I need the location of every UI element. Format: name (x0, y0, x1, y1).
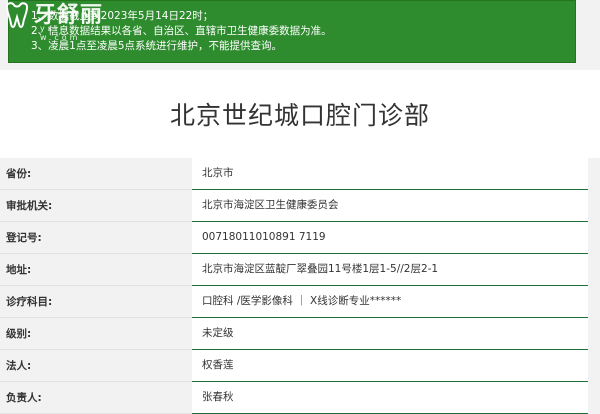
site-logo[interactable]: 牙舒丽 ysl w.com (4, 2, 103, 42)
row-label: 诊疗科目: (0, 286, 192, 318)
row-label: 登记号: (0, 222, 192, 254)
table-row: 省份: 北京市 (0, 158, 600, 190)
notice-line-3: 3、凌晨1点至凌晨5点系统进行维护，不能提供查询。 (31, 40, 283, 52)
row-label: 地址: (0, 254, 192, 286)
row-label: 级别: (0, 318, 192, 350)
row-value: 北京市 (192, 158, 588, 190)
row-value: 口腔科 /医学影像科 ｜ X线诊断专业****** (192, 286, 588, 318)
notice-line-2: 2、信息数据结果以各省、自治区、直辖市卫生健康委数据为准。 (31, 25, 332, 37)
row-label: 负责人: (0, 382, 192, 414)
title-area: 北京世纪城口腔门诊部 (0, 70, 600, 158)
row-value: 北京市海淀区蓝靛厂翠叠园11号楼1层1-5//2层2-1 (192, 254, 588, 286)
table-row: 级别: 未定级 (0, 318, 600, 350)
page-title: 北京世纪城口腔门诊部 (169, 101, 430, 130)
info-table: 省份: 北京市 审批机关: 北京市海淀区卫生健康委员会 登记号: 0071801… (0, 158, 600, 414)
row-label: 省份: (0, 158, 192, 190)
row-value: 00718011010891 7119 (192, 222, 588, 254)
table-row: 诊疗科目: 口腔科 /医学影像科 ｜ X线诊断专业****** (0, 286, 600, 318)
row-value: 未定级 (192, 318, 588, 350)
table-row: 负责人: 张春秋 (0, 382, 600, 414)
page-right-margin (588, 158, 600, 400)
logo-subtext: ysl w.com (40, 24, 81, 42)
row-value: 权香莲 (192, 350, 588, 382)
table-row: 地址: 北京市海淀区蓝靛厂翠叠园11号楼1层1-5//2层2-1 (0, 254, 600, 286)
row-value: 张春秋 (192, 382, 588, 414)
row-value: 北京市海淀区卫生健康委员会 (192, 190, 588, 222)
table-row: 登记号: 00718011010891 7119 (0, 222, 600, 254)
tooth-logo-icon (4, 2, 30, 30)
row-label: 审批机关: (0, 190, 192, 222)
table-row: 法人: 权香莲 (0, 350, 600, 382)
table-row: 审批机关: 北京市海淀区卫生健康委员会 (0, 190, 600, 222)
row-label: 法人: (0, 350, 192, 382)
notice-line-1: 1、数据截止到2023年5月14日22时； (31, 10, 214, 22)
